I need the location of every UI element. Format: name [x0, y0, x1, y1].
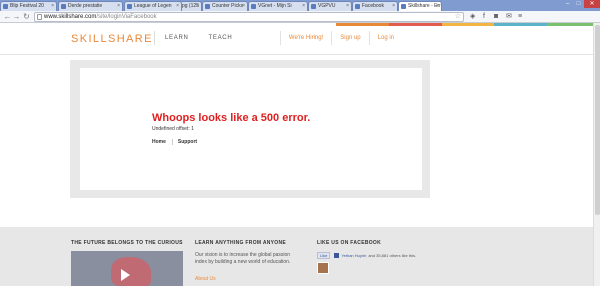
accent-stripe	[494, 23, 548, 26]
tab-favicon-icon	[311, 4, 316, 9]
tab-label: VGnet - Mijn Si	[258, 3, 292, 9]
accent-stripe	[336, 23, 389, 26]
accent-stripe	[441, 23, 495, 26]
browser-tab[interactable]: Derde prestatie ×	[58, 1, 123, 11]
browser-tab[interactable]: Skillshare - Erro ×	[398, 1, 442, 11]
bookmark-star-icon[interactable]: ☆	[455, 13, 461, 21]
browser-tab[interactable]: Counter Picks ×	[202, 1, 248, 11]
tab-close-icon[interactable]: ×	[242, 2, 245, 11]
page-scrollbar[interactable]	[593, 23, 600, 286]
url-path: /site/loginViaFacebook	[96, 14, 157, 20]
reload-icon[interactable]: ↻	[22, 12, 31, 21]
tab-favicon-icon	[251, 4, 256, 9]
tab-favicon-icon	[3, 4, 8, 9]
tab-close-icon[interactable]: ×	[302, 2, 305, 11]
facebook-like-count: and 35,881 others like this.	[368, 253, 417, 258]
facebook-like-widget: Like Yethan Huynh and 35,881 others like…	[317, 252, 416, 259]
tab-label: VGPVU	[318, 3, 336, 9]
video-thumbnail	[111, 257, 151, 286]
tab-close-icon[interactable]: ×	[436, 2, 439, 11]
tab-close-icon[interactable]: ×	[176, 2, 179, 11]
tab-close-icon[interactable]: ×	[196, 2, 199, 11]
facebook-like-button[interactable]: Like	[317, 252, 331, 259]
login-link[interactable]: Log in	[368, 31, 402, 45]
nav-teach-link[interactable]: TEACH	[199, 31, 243, 45]
error-title: Whoops looks like a 500 error.	[152, 112, 311, 124]
facebook-avatar[interactable]	[317, 262, 329, 274]
about-us-link[interactable]: About Us	[195, 276, 216, 282]
tab-favicon-icon	[205, 4, 210, 9]
tab-close-icon[interactable]: ×	[51, 2, 54, 11]
footer-heading-learn: LEARN ANYTHING FROM ANYONE	[195, 240, 287, 246]
account-nav: We're Hiring! Sign up Log in	[279, 31, 402, 45]
tab-label: Derde prestatie	[68, 3, 103, 9]
main-nav: LEARN TEACH	[154, 31, 242, 45]
tab-label: League of Legen	[134, 3, 172, 9]
skillshare-logo[interactable]: SKILLSHARE	[71, 33, 153, 45]
error-panel	[80, 68, 422, 190]
accent-stripe	[388, 23, 442, 26]
browser-tab-bar: Skillshare - Erro × Facebook × VGPVU × VGnet -…	[0, 0, 600, 11]
facebook-icon	[334, 253, 340, 258]
tab-close-icon[interactable]: ×	[346, 2, 349, 11]
facebook-friend-name[interactable]: Yethan Huynh	[341, 253, 366, 258]
browser-tab[interactable]: League of Legen ×	[124, 1, 182, 11]
translate-extension-icon[interactable]: ◈	[470, 12, 475, 21]
tab-close-icon[interactable]: ×	[117, 2, 120, 11]
tab-favicon-icon	[61, 4, 66, 9]
support-link[interactable]: Support	[171, 139, 203, 145]
mail-extension-icon[interactable]: ✉	[506, 12, 512, 21]
intro-video[interactable]	[71, 251, 183, 286]
hiring-link[interactable]: We're Hiring!	[279, 31, 331, 45]
close-window-button[interactable]: ✕	[584, 0, 600, 8]
play-icon[interactable]	[121, 269, 130, 281]
tab-favicon-icon	[401, 4, 406, 9]
footer-heading-curious: THE FUTURE BELONGS TO THE CURIOUS	[71, 240, 183, 246]
browser-tab[interactable]: Facebook ×	[352, 1, 398, 11]
camera-extension-icon[interactable]: ◙	[494, 12, 498, 21]
tab-label: Counter Picks	[212, 3, 244, 9]
browser-toolbar: ← → ↻ www.skillshare.com/site/loginViaFa…	[0, 11, 600, 23]
settings-wrench-icon[interactable]: ≡	[518, 12, 522, 21]
browser-tab[interactable]: VGnet - Mijn Si ×	[248, 1, 308, 11]
home-link[interactable]: Home	[152, 139, 172, 145]
error-detail: Undefined offset: 1	[152, 126, 194, 132]
header-accent-bar	[336, 23, 600, 26]
scrollbar-thumb[interactable]	[595, 25, 600, 215]
browser-tab[interactable]: Blip Festival 20 ×	[0, 1, 57, 11]
minimize-button[interactable]: –	[562, 0, 573, 8]
nav-learn-link[interactable]: LEARN	[155, 31, 199, 45]
forward-arrow-icon[interactable]: →	[12, 12, 21, 21]
footer-vision-text: Our vision is to increase the global pas…	[195, 252, 291, 265]
facebook-extension-icon[interactable]: f	[483, 12, 485, 21]
tab-favicon-icon	[355, 4, 360, 9]
page-icon	[37, 14, 42, 20]
back-arrow-icon[interactable]: ←	[3, 12, 12, 21]
tab-favicon-icon	[127, 4, 132, 9]
browser-tab[interactable]: VGPVU ×	[308, 1, 352, 11]
error-links: Home Support	[152, 139, 203, 145]
footer-heading-facebook: LIKE US ON FACEBOOK	[317, 240, 382, 246]
tab-label: Facebook	[362, 3, 384, 9]
window-controls: – □ ✕	[562, 0, 600, 8]
tab-label: Blip Festival 20	[10, 3, 44, 9]
maximize-button[interactable]: □	[573, 0, 584, 8]
address-bar[interactable]: www.skillshare.com/site/loginViaFacebook…	[34, 12, 464, 22]
url-host: www.skillshare.com	[44, 14, 97, 20]
tab-close-icon[interactable]: ×	[392, 2, 395, 11]
signup-link[interactable]: Sign up	[331, 31, 368, 45]
